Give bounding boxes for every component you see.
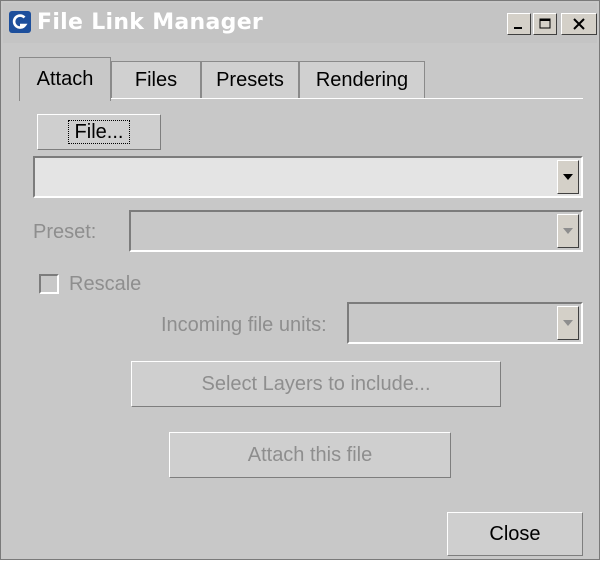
file-button[interactable]: File... — [37, 114, 161, 150]
chevron-down-icon — [563, 228, 573, 234]
file-button-label: File... — [67, 120, 131, 144]
app-logo-icon — [9, 11, 31, 33]
attach-file-button[interactable]: Attach this file — [169, 432, 451, 478]
title-bar[interactable]: File Link Manager — [3, 3, 597, 43]
close-button[interactable]: Close — [447, 512, 583, 556]
attach-panel: File... Preset: Rescale Incoming file un… — [19, 98, 583, 559]
file-link-manager-window: File Link Manager Attach Files Presets R… — [0, 0, 600, 560]
incoming-units-combo[interactable] — [347, 302, 583, 344]
preset-combo-dropdown[interactable] — [557, 214, 579, 248]
select-layers-label: Select Layers to include... — [201, 372, 431, 395]
select-layers-button[interactable]: Select Layers to include... — [131, 361, 501, 407]
incoming-units-label: Incoming file units: — [161, 314, 327, 336]
tab-presets[interactable]: Presets — [201, 61, 299, 99]
close-window-button[interactable] — [561, 13, 597, 35]
close-icon — [573, 18, 585, 30]
attach-file-label: Attach this file — [247, 443, 373, 466]
tab-rendering[interactable]: Rendering — [299, 61, 425, 99]
file-combo-dropdown[interactable] — [557, 160, 579, 194]
maximize-button[interactable] — [533, 13, 557, 35]
incoming-units-dropdown[interactable] — [557, 306, 579, 340]
rescale-checkbox[interactable] — [39, 274, 59, 294]
minimize-icon — [514, 27, 522, 29]
tab-files-label: Files — [134, 69, 178, 91]
rescale-label: Rescale — [69, 273, 142, 295]
chevron-down-icon — [563, 320, 573, 326]
preset-label: Preset: — [33, 221, 97, 243]
tab-attach-label: Attach — [36, 68, 94, 90]
minimize-button[interactable] — [507, 13, 531, 35]
tab-files[interactable]: Files — [111, 61, 201, 99]
window-title: File Link Manager — [37, 10, 264, 35]
file-combo[interactable] — [33, 156, 583, 198]
maximize-icon — [539, 18, 551, 29]
preset-combo[interactable] — [129, 210, 583, 252]
tab-attach[interactable]: Attach — [19, 57, 111, 101]
close-button-label: Close — [489, 522, 541, 545]
tab-presets-label: Presets — [216, 69, 284, 91]
chevron-down-icon — [563, 174, 573, 180]
tab-rendering-label: Rendering — [315, 69, 409, 91]
